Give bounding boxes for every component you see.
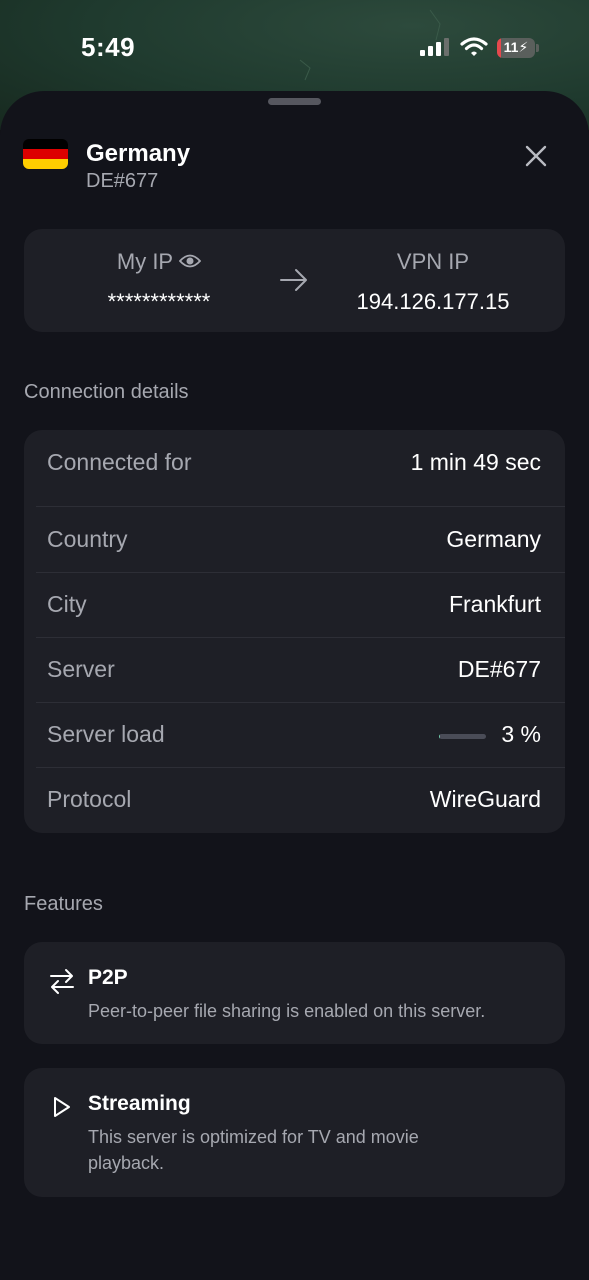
flag-stripe [23,149,68,159]
germany-flag-icon [23,139,68,169]
feature-title: Streaming [88,1092,191,1115]
my-ip-label: My IP [116,249,174,274]
server-details-sheet: Germany DE#677 My IP ************ VPN IP… [0,91,589,1280]
detail-label: Connected for [47,449,192,475]
server-subtitle: DE#677 [86,170,159,192]
feature-title: P2P [88,966,128,989]
flag-stripe [23,139,68,149]
detail-label: City [47,591,87,617]
swap-arrows-icon [50,969,74,994]
ip-card: My IP ************ VPN IP 194.126.177.15 [24,229,565,332]
cellular-signal-icon [420,38,449,56]
feature-card-streaming: Streaming This server is optimized for T… [24,1068,565,1197]
feature-description: This server is optimized for TV and movi… [88,1127,419,1173]
connection-details-title: Connection details [24,381,189,403]
detail-label: Server [47,656,115,682]
battery-icon: 11⚡ [497,38,535,58]
server-load-bar [439,734,486,739]
arrow-right-icon [280,269,307,291]
detail-value: 1 min 49 sec [410,449,541,475]
detail-row-connected-for: Connected for 1 min 49 sec [36,430,565,495]
country-title: Germany [86,140,191,167]
detail-value: Germany [446,526,541,552]
my-ip-value: ************ [107,289,211,314]
detail-value: 3 % [501,721,541,747]
detail-label: Server load [47,721,165,747]
detail-label: Protocol [47,786,132,812]
detail-value: DE#677 [457,656,541,682]
connection-details-card: Connected for 1 min 49 sec Country Germa… [24,430,565,833]
sheet-grabber[interactable] [268,98,321,105]
play-icon [54,1097,70,1117]
detail-row-city: City Frankfurt [36,572,565,637]
vpn-ip-label: VPN IP [396,249,470,274]
server-load-fill [439,734,441,739]
charging-bolt-icon: ⚡ [518,39,529,55]
detail-row-server: Server DE#677 [36,637,565,702]
status-bar: 5:49 11⚡ [0,0,589,92]
detail-row-country: Country Germany [36,507,565,572]
detail-value: WireGuard [429,786,541,812]
battery-level: 11 [503,39,519,55]
detail-value: Frankfurt [448,591,541,617]
vpn-ip-column: VPN IP 194.126.177.15 [344,249,522,315]
wifi-icon [460,37,488,56]
detail-row-protocol: Protocol WireGuard [36,767,565,832]
close-icon[interactable] [520,140,552,172]
eye-icon[interactable] [179,253,202,269]
detail-label: Country [47,526,128,552]
feature-card-p2p: P2P Peer-to-peer file sharing is enabled… [24,942,565,1044]
features-title: Features [24,893,103,915]
detail-row-server-load: Server load 3 % [36,702,565,767]
flag-stripe [23,159,68,169]
my-ip-column: My IP ************ [84,249,234,315]
feature-description: Peer-to-peer file sharing is enabled on … [88,1001,486,1021]
status-time: 5:49 [81,32,136,62]
vpn-ip-value: 194.126.177.15 [356,289,510,314]
battery-tip [536,44,539,52]
